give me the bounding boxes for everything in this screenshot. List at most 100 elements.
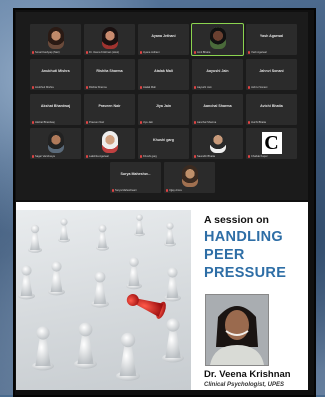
participant-label: Jiya Jain bbox=[140, 121, 153, 124]
participant-label-text: Jiya Jain bbox=[143, 121, 154, 124]
muted-mic-icon bbox=[32, 155, 34, 158]
participant-name: Surya Maheshw... bbox=[120, 172, 151, 176]
poster-title-line2: PEER bbox=[204, 247, 245, 263]
participant-name: Aayushi Jain bbox=[206, 69, 229, 73]
participant-name: Avichi Bhatia bbox=[260, 104, 283, 108]
participant-name: Yash Agarwal bbox=[259, 34, 284, 38]
participant-label: Avichi Bhatia bbox=[248, 121, 266, 124]
participant-label: Khushi garg bbox=[140, 155, 157, 158]
participant-tile[interactable]: C Chahak Kapur bbox=[246, 128, 297, 159]
participant-label-text: Ayana Jethani bbox=[143, 51, 160, 54]
muted-mic-icon bbox=[194, 121, 196, 124]
muted-mic-icon bbox=[86, 155, 88, 158]
participant-label-text: Sonal Kashyap (Nair) bbox=[35, 51, 60, 54]
participant-video bbox=[101, 131, 118, 153]
muted-mic-icon bbox=[248, 86, 250, 89]
participant-name: Praveen Nair bbox=[98, 104, 121, 108]
participant-name: Jiya Jain bbox=[155, 104, 172, 108]
participant-label: Atalak Mali bbox=[140, 86, 156, 89]
participant-tile[interactable]: Rishita Sharma Rishita Sharma bbox=[84, 59, 135, 90]
participant-tile[interactable]: Khushi garg Khushi garg bbox=[138, 128, 189, 159]
participant-label-text: Chahak Kapur bbox=[251, 155, 268, 158]
participant-tile[interactable]: Jahnvi Sonani Jahnvi Sonani bbox=[246, 59, 297, 90]
muted-mic-icon bbox=[140, 51, 142, 54]
participant-tile[interactable]: Amit Bhatia bbox=[191, 23, 244, 56]
participant-label: Aanchal Sharma bbox=[194, 121, 216, 124]
session-intro: A session on bbox=[204, 214, 269, 226]
speaker-name: Dr. Veena Krishnan bbox=[204, 369, 291, 380]
zoom-gallery-view: Sonal Kashyap (Nair) Dr. Veena Krishnan (… bbox=[16, 12, 308, 200]
muted-mic-icon bbox=[112, 189, 114, 192]
participant-tile[interactable]: Ujjay Arora bbox=[164, 162, 215, 193]
participant-label-text: Khushi garg bbox=[143, 155, 157, 158]
participant-label-text: Dr. Veena Krishnan (Host) bbox=[89, 51, 120, 54]
participant-tile[interactable]: Sonal Kashyap (Nair) bbox=[30, 24, 81, 55]
participant-tile[interactable]: Avichi Bhatia Avichi Bhatia bbox=[246, 94, 297, 125]
participant-tile[interactable]: Lakshita Agarwal bbox=[84, 128, 135, 159]
participant-video bbox=[209, 27, 226, 49]
session-poster: A session on HANDLING PEER PRESSURE Dr. … bbox=[16, 202, 308, 390]
participant-label-text: Saurabh Bhatia bbox=[197, 155, 215, 158]
participant-tile[interactable]: Anubhuti Mishra Anubhuti Mishra bbox=[30, 59, 81, 90]
participant-logo: C bbox=[261, 132, 282, 154]
participant-name: Ayana Jethani bbox=[151, 34, 176, 38]
speaker-title: Clinical Psychologist, UPES bbox=[204, 382, 285, 388]
participant-video bbox=[181, 165, 198, 187]
participant-label-text: Anubhuti Mishra bbox=[35, 86, 54, 89]
participant-label: Sagar Varshneya bbox=[32, 155, 55, 158]
participant-tile[interactable]: Surya Maheshw... Surya Maheshwari bbox=[110, 162, 161, 193]
participant-tile[interactable]: Jiya Jain Jiya Jain bbox=[138, 94, 189, 125]
pawns-image bbox=[16, 210, 191, 390]
participant-tile[interactable]: Dr. Veena Krishnan (Host) bbox=[84, 24, 135, 55]
participant-label-text: Yash Agarwal bbox=[251, 51, 267, 54]
poster-title-line1: HANDLING bbox=[204, 229, 283, 245]
participant-name: Anubhuti Mishra bbox=[41, 69, 70, 73]
participant-label-text: Ujjay Arora bbox=[169, 189, 182, 192]
muted-mic-icon bbox=[248, 121, 250, 124]
muted-mic-icon bbox=[194, 155, 196, 158]
participant-label: Aayushi Jain bbox=[194, 86, 212, 89]
participant-video bbox=[47, 131, 64, 153]
participant-label: Jahnvi Sonani bbox=[248, 86, 267, 89]
participant-label-text: Rishita Sharma bbox=[89, 86, 107, 89]
participant-label: Praveen Nair bbox=[86, 121, 104, 124]
participant-label: Dr. Veena Krishnan (Host) bbox=[86, 51, 119, 54]
participant-video bbox=[47, 27, 64, 49]
participant-name: Rishita Sharma bbox=[96, 69, 123, 73]
muted-mic-icon bbox=[86, 51, 88, 54]
participant-label-text: Lakshita Agarwal bbox=[89, 155, 109, 158]
participant-tile[interactable]: Aanchal Sharma Aanchal Sharma bbox=[192, 94, 243, 125]
participant-tile[interactable]: Atalak Mali Atalak Mali bbox=[138, 59, 189, 90]
participant-label: Anubhuti Mishra bbox=[32, 86, 54, 89]
participant-label-text: Aayushi Jain bbox=[197, 86, 212, 89]
participant-label: Saurabh Bhatia bbox=[194, 155, 215, 158]
participant-tile[interactable]: Saurabh Bhatia bbox=[192, 128, 243, 159]
participant-label-text: Avichi Bhatia bbox=[251, 121, 266, 124]
muted-mic-icon bbox=[248, 51, 250, 54]
participant-tile[interactable]: Yash Agarwal Yash Agarwal bbox=[246, 24, 297, 55]
muted-mic-icon bbox=[32, 121, 34, 124]
participant-label: Sonal Kashyap (Nair) bbox=[32, 51, 60, 54]
participant-name: Aanchal Sharma bbox=[203, 104, 232, 108]
participant-tile[interactable]: Sagar Varshneya bbox=[30, 128, 81, 159]
participant-label-text: Jahnvi Sonani bbox=[251, 86, 268, 89]
participant-label-text: Amit Bhatia bbox=[197, 51, 211, 54]
participant-label: Yash Agarwal bbox=[248, 51, 267, 54]
muted-mic-icon bbox=[86, 121, 88, 124]
muted-mic-icon bbox=[32, 86, 34, 89]
participant-label-text: Praveen Nair bbox=[89, 121, 105, 124]
poster-title-line3: PRESSURE bbox=[204, 265, 287, 281]
muted-mic-icon bbox=[194, 86, 196, 89]
participant-video bbox=[209, 131, 226, 153]
participant-tile[interactable]: Aayushi Jain Aayushi Jain bbox=[192, 59, 243, 90]
participant-label: Chahak Kapur bbox=[248, 155, 268, 158]
participant-name: Jahnvi Sonani bbox=[259, 69, 284, 73]
participant-label-text: Aanchal Sharma bbox=[197, 121, 217, 124]
participant-tile[interactable]: Ayana Jethani Ayana Jethani bbox=[138, 24, 189, 55]
participant-label: Ujjay Arora bbox=[166, 189, 182, 192]
participant-label: Rishita Sharma bbox=[86, 86, 107, 89]
participant-tile[interactable]: Akshat Bhardwaj Akshat Bhardwaj bbox=[30, 94, 81, 125]
participant-label: Lakshita Agarwal bbox=[86, 155, 109, 158]
participant-tile[interactable]: Praveen Nair Praveen Nair bbox=[84, 94, 135, 125]
participant-name: Khushi garg bbox=[153, 138, 174, 142]
